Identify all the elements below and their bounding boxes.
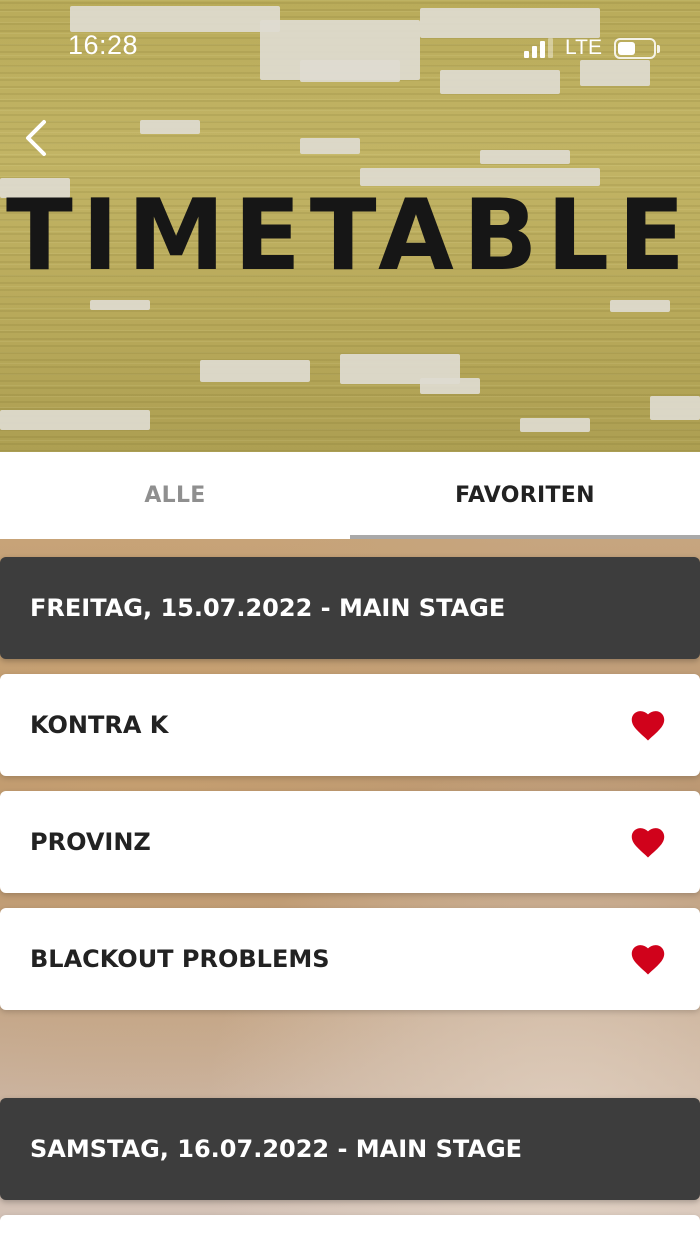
page-title: TIMETABLE	[6, 179, 694, 293]
heart-icon[interactable]	[628, 707, 668, 743]
artist-row[interactable]	[0, 1215, 700, 1244]
battery-icon	[614, 37, 660, 59]
heart-icon[interactable]	[628, 941, 668, 977]
heart-icon[interactable]	[628, 824, 668, 860]
artist-name: KONTRA K	[30, 711, 169, 739]
day-header: FREITAG, 15.07.2022 - MAIN STAGE	[0, 557, 700, 659]
artist-name: PROVINZ	[30, 828, 151, 856]
artist-name: BLACKOUT PROBLEMS	[30, 945, 330, 973]
artist-row[interactable]: PROVINZ	[0, 791, 700, 893]
artist-row[interactable]: BLACKOUT PROBLEMS	[0, 908, 700, 1010]
chevron-left-icon[interactable]	[18, 114, 54, 162]
header-banner: 16:28 LTE TIMETABLE	[0, 0, 700, 452]
timetable-list: FREITAG, 15.07.2022 - MAIN STAGE KONTRA …	[0, 539, 700, 1244]
status-indicators: LTE	[524, 36, 660, 60]
cellular-signal-icon	[524, 38, 554, 58]
tab-bar: ALLE FAVORITEN	[0, 452, 700, 539]
tab-favoriten[interactable]: FAVORITEN	[350, 452, 700, 539]
day-header: SAMSTAG, 16.07.2022 - MAIN STAGE	[0, 1098, 700, 1200]
tab-alle[interactable]: ALLE	[0, 452, 350, 539]
artist-row[interactable]: KONTRA K	[0, 674, 700, 776]
status-time: 16:28	[68, 30, 139, 60]
network-type: LTE	[565, 36, 602, 59]
